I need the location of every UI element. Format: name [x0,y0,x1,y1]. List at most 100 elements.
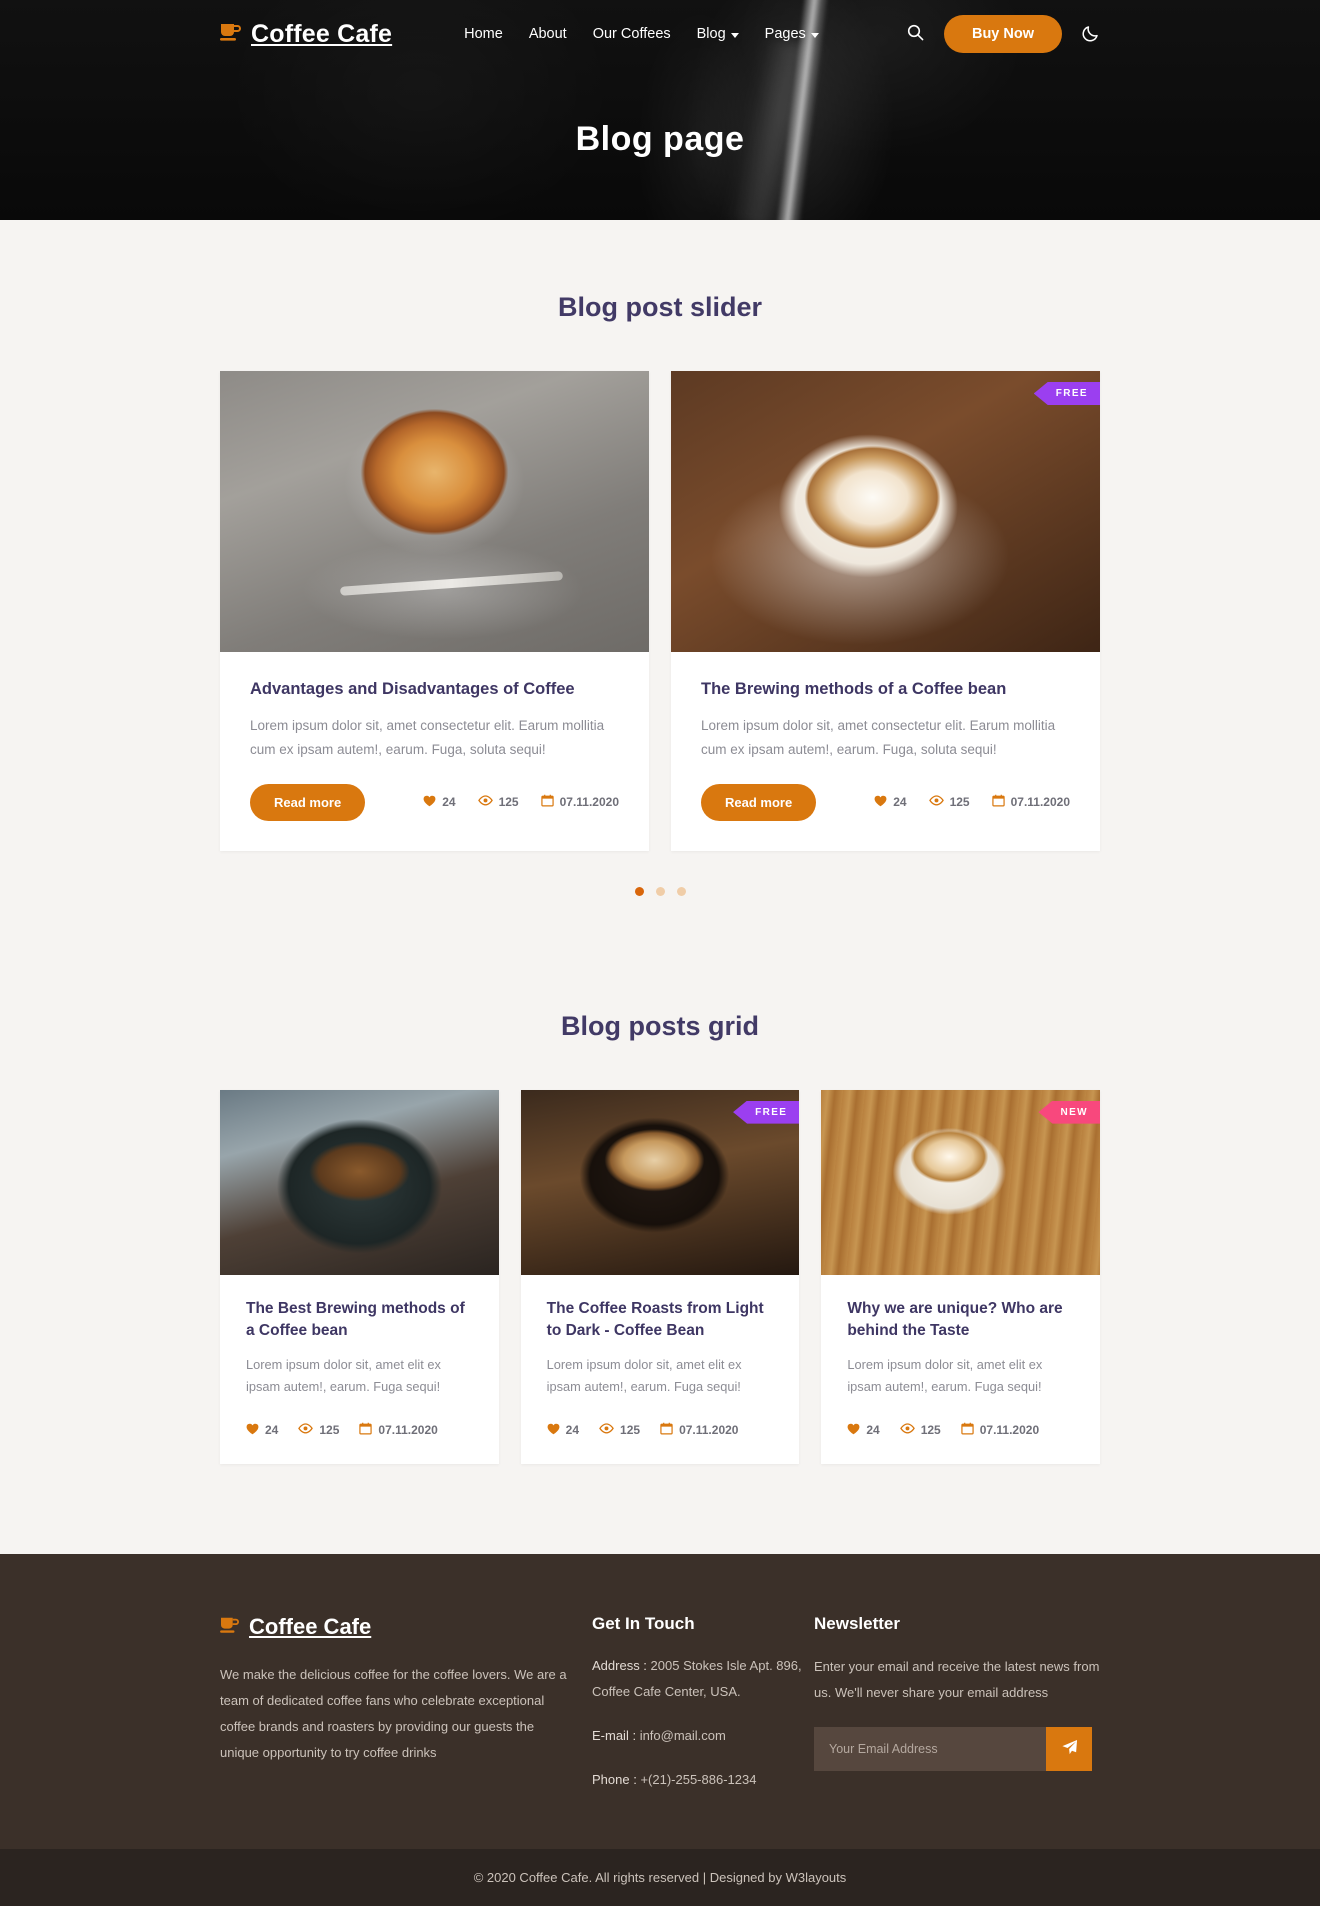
search-button[interactable] [907,24,924,44]
date-meta: 07.11.2020 [660,1422,738,1438]
footer-address: Address : 2005 Stokes Isle Apt. 896, Cof… [592,1653,814,1704]
grid-card[interactable]: FREE The Coffee Roasts from Light to Dar… [520,1089,800,1465]
footer-phone: Phone : +(21)-255-886-1234 [592,1767,814,1792]
footer-about-text: We make the delicious coffee for the cof… [220,1667,567,1761]
nav-item-about[interactable]: About [529,26,567,42]
grid-card[interactable]: The Best Brewing methods of a Coffee bea… [220,1089,499,1465]
newsletter-submit-button[interactable] [1046,1727,1092,1772]
card-meta: 24 125 07.11.2020 [246,1422,473,1438]
slider-card[interactable]: FREE The Brewing methods of a Coffee bea… [671,371,1100,851]
brand-logo[interactable]: Coffee Cafe [220,20,392,49]
nav-links: Home About Our Coffees Blog Pages [464,26,819,42]
date-value: 07.11.2020 [979,1423,1040,1438]
phone-label: Phone : [592,1772,637,1788]
heart-icon [246,1423,259,1438]
footer-brand-label: Coffee Cafe [249,1614,372,1640]
card-image: FREE [520,1089,800,1275]
site-footer: Coffee Cafe We make the delicious coffee… [0,1554,1320,1849]
slider-wrapper: Blog post slider Advantages and Disadvan… [220,292,1100,896]
calendar-icon [991,794,1005,810]
views-meta: 125 [899,1423,941,1438]
card-title: Why we are unique? Who are behind the Ta… [847,1299,1063,1339]
address-label: Address : [592,1658,647,1674]
footer-contact-heading: Get In Touch [592,1614,695,1634]
card-description: Lorem ipsum dolor sit, amet elit ex ipsa… [246,1356,441,1395]
footer-email: E-mail : info@mail.com [592,1723,814,1748]
eye-icon [899,1423,915,1437]
newsletter-email-input[interactable] [814,1727,1046,1772]
nav-item-home[interactable]: Home [464,26,503,42]
page-title: Blog page [575,120,745,158]
slider-dot-3[interactable] [676,886,686,896]
eye-icon [599,1423,614,1437]
date-value: 07.11.2020 [1010,795,1070,810]
card-meta: 24 125 07.11.2020 [847,1422,1074,1438]
email-label: E-mail : [592,1728,637,1744]
likes-meta: 24 [874,795,907,810]
views-count: 125 [498,795,519,810]
date-meta: 07.11.2020 [540,794,619,810]
views-meta: 125 [298,1423,339,1437]
likes-count: 24 [893,795,907,810]
likes-count: 24 [866,1423,880,1438]
views-count: 125 [319,1423,340,1438]
blog-slider-section: Blog post slider Advantages and Disadvan… [0,220,1320,896]
card-image: NEW [821,1089,1101,1275]
nav-item-blog[interactable]: Blog [697,26,739,42]
nav-item-our-coffees[interactable]: Our Coffees [593,26,671,42]
theme-toggle-button[interactable] [1082,24,1100,45]
nav-label-our-coffees: Our Coffees [592,26,671,42]
search-icon [907,24,924,44]
card-meta: 24 125 07.11.2020 [874,794,1070,810]
views-count: 125 [949,795,970,810]
calendar-icon [540,794,554,810]
card-title: The Coffee Roasts from Light to Dark - C… [546,1299,764,1339]
card-image [220,371,649,652]
calendar-icon [660,1422,673,1438]
grid-wrapper: Blog posts grid The Best Brewing methods… [220,1011,1101,1465]
date-meta: 07.11.2020 [961,1422,1039,1438]
card-title: The Brewing methods of a Coffee bean [701,680,1007,698]
likes-meta: 24 [847,1423,880,1438]
slider-cards-row: Advantages and Disadvantages of Coffee L… [220,371,1100,851]
nav-label-home: Home [464,26,503,42]
eye-icon [477,795,493,809]
date-meta: 07.11.2020 [991,794,1070,810]
footer-about-column: Coffee Cafe We make the delicious coffee… [220,1614,592,1792]
footer-columns: Coffee Cafe We make the delicious coffee… [220,1614,1100,1792]
newsletter-form [814,1727,1092,1772]
card-body: Why we are unique? Who are behind the Ta… [821,1275,1100,1465]
views-count: 125 [920,1423,941,1438]
read-more-button[interactable]: Read more [250,783,366,821]
card-title: Advantages and Disadvantages of Coffee [250,680,575,698]
slider-dot-1[interactable] [634,886,644,896]
chevron-down-icon [810,32,819,38]
likes-count: 24 [442,795,456,810]
coffee-cup-icon [220,1614,240,1640]
nav-item-pages[interactable]: Pages [765,26,819,42]
paper-plane-icon [1061,1739,1078,1759]
calendar-icon [359,1422,373,1438]
brand-label: Coffee Cafe [251,19,393,48]
email-value[interactable]: info@mail.com [640,1728,726,1743]
phone-value[interactable]: +(21)-255-886-1234 [640,1772,756,1787]
blog-grid-section: Blog posts grid The Best Brewing methods… [0,896,1320,1555]
nav-label-pages: Pages [764,26,806,42]
card-body: The Best Brewing methods of a Coffee bea… [220,1275,499,1465]
card-title: The Best Brewing methods of a Coffee bea… [246,1299,465,1339]
likes-meta: 24 [547,1423,579,1438]
buy-now-button[interactable]: Buy Now [943,15,1062,53]
footer-newsletter-text: Enter your email and receive the latest … [814,1659,1100,1700]
date-value: 07.11.2020 [679,1423,739,1438]
footer-brand-logo[interactable]: Coffee Cafe [220,1614,592,1640]
slider-card[interactable]: Advantages and Disadvantages of Coffee L… [220,371,649,851]
footer-newsletter-heading: Newsletter [814,1614,900,1634]
nav-label-blog: Blog [696,26,726,42]
slider-dot-2[interactable] [655,886,665,896]
card-image: FREE [671,371,1100,652]
grid-card[interactable]: NEW Why we are unique? Who are behind th… [821,1089,1101,1465]
card-description: Lorem ipsum dolor sit, amet consectetur … [701,718,1056,758]
card-body: Advantages and Disadvantages of Coffee L… [220,652,649,851]
read-more-button[interactable]: Read more [701,783,817,821]
heart-icon [547,1423,560,1438]
